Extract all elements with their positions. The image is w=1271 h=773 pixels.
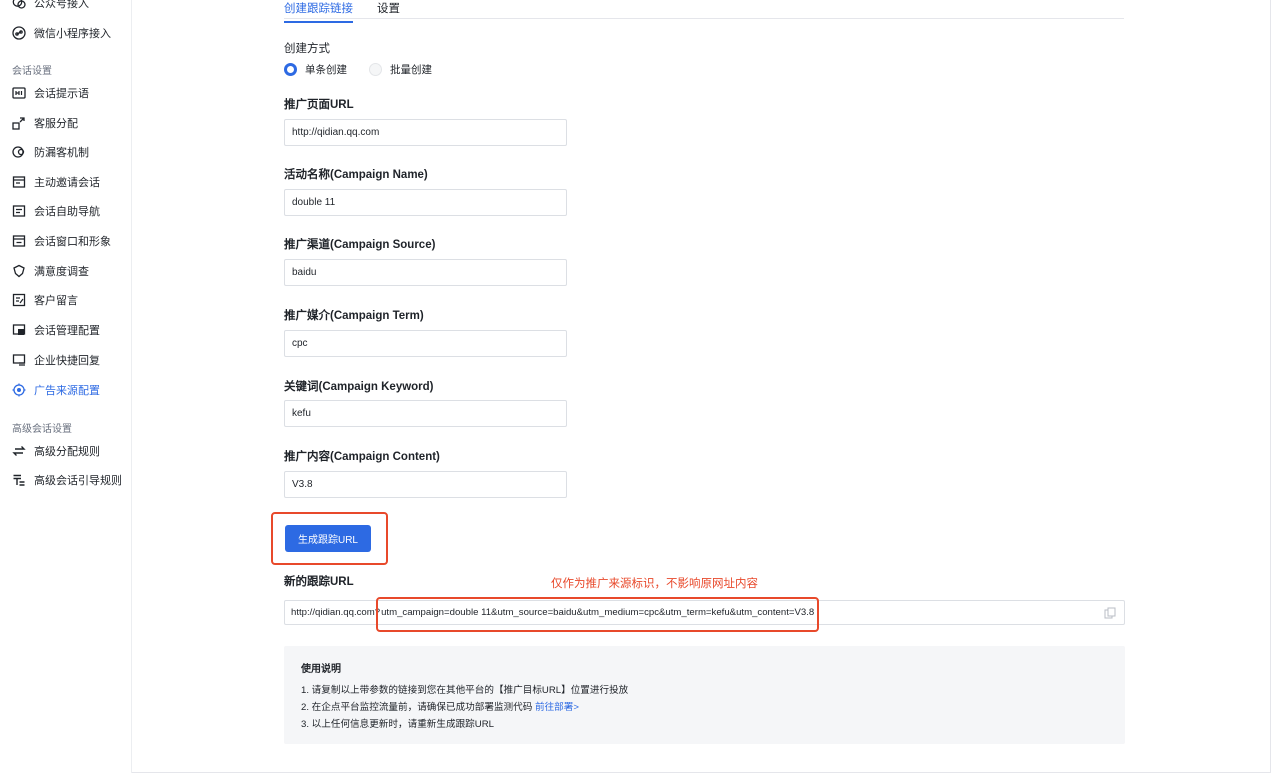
campaign-term-input[interactable]: cpc [284, 330, 567, 357]
sidebar-item-advanced-assign[interactable]: 高级分配规则 [12, 440, 100, 462]
sidebar-item-label: 高级会话引导规则 [34, 475, 122, 487]
radio-batch[interactable]: 批量创建 [369, 62, 432, 77]
url-prefix: http://qidian.qq.com? [291, 607, 381, 618]
help-line-2-text: 2. 在企点平台监控流量前，请确保已成功部署监测代码 [301, 702, 533, 713]
result-url-label: 新的跟踪URL [284, 576, 354, 588]
annotation-note: 仅作为推广来源标识，不影响原网址内容 [551, 578, 758, 590]
sidebar-item-window[interactable]: 会话窗口和形象 [12, 230, 111, 252]
sidebar-item-label: 客户留言 [34, 295, 78, 307]
invite-icon [12, 175, 26, 189]
quick-reply-icon [12, 353, 26, 367]
sidebar-group-title: 高级会话设置 [12, 424, 72, 435]
tab-settings[interactable]: 设置 [377, 0, 400, 16]
sidebar-item-label: 会话提示语 [34, 88, 89, 100]
radio-label: 批量创建 [390, 64, 432, 76]
nav-icon [12, 204, 26, 218]
page-url-input[interactable]: http://qidian.qq.com [284, 119, 567, 146]
campaign-keyword-input[interactable]: kefu [284, 400, 567, 427]
campaign-source-label: 推广渠道(Campaign Source) [284, 239, 436, 251]
miniprogram-icon [12, 26, 26, 40]
campaign-content-input[interactable]: V3.8 [284, 471, 567, 498]
target-icon [12, 383, 26, 397]
sidebar-item-self-nav[interactable]: 会话自助导航 [12, 200, 100, 222]
sidebar-item-label: 客服分配 [34, 118, 78, 130]
sidebar-item-survey[interactable]: 满意度调查 [12, 260, 89, 282]
campaign-keyword-label: 关键词(Campaign Keyword) [284, 381, 434, 393]
guard-icon [12, 145, 26, 159]
page-url-label: 推广页面URL [284, 99, 354, 111]
sidebar-item-label: 会话管理配置 [34, 325, 100, 337]
sidebar-item-ad-source[interactable]: 广告来源配置 [12, 379, 100, 401]
survey-icon [12, 264, 26, 278]
sidebar-item-manage[interactable]: 会话管理配置 [12, 319, 100, 341]
help-line-3: 3. 以上任何信息更新时，请重新生成跟踪URL [301, 719, 494, 730]
sidebar-item-label: 高级分配规则 [34, 446, 100, 458]
highlight-box-params [376, 597, 819, 632]
sidebar-item-label: 会话自助导航 [34, 206, 100, 218]
guide-icon [12, 473, 26, 487]
help-line-2: 2. 在企点平台监控流量前，请确保已成功部署监测代码 前往部署> [301, 699, 579, 713]
mode-label: 创建方式 [284, 43, 330, 55]
sidebar-item-label: 企业快捷回复 [34, 355, 100, 367]
radio-checked-icon [284, 63, 297, 76]
sidebar-item-label: 防漏客机制 [34, 147, 89, 159]
swap-icon [12, 444, 26, 458]
campaign-source-input[interactable]: baidu [284, 259, 567, 286]
campaign-term-label: 推广媒介(Campaign Term) [284, 310, 424, 322]
sidebar-item-advanced-guide[interactable]: 高级会话引导规则 [12, 469, 122, 491]
help-title: 使用说明 [301, 664, 341, 675]
manage-icon [12, 323, 26, 337]
campaign-name-input[interactable]: double 11 [284, 189, 567, 216]
sidebar-item-official-account[interactable]: 公众号接入 [12, 0, 89, 14]
sidebar-item-greeting[interactable]: 会话提示语 [12, 82, 89, 104]
sidebar-item-guard[interactable]: 防漏客机制 [12, 141, 89, 163]
help-line-1: 1. 请复制以上带参数的链接到您在其他平台的【推广目标URL】位置进行投放 [301, 685, 629, 696]
campaign-name-label: 活动名称(Campaign Name) [284, 169, 428, 181]
sidebar-item-label: 满意度调查 [34, 266, 89, 278]
message-icon [12, 293, 26, 307]
sidebar-item-invite[interactable]: 主动邀请会话 [12, 171, 100, 193]
sidebar-item-label: 广告来源配置 [34, 385, 100, 397]
sidebar-item-assign[interactable]: 客服分配 [12, 112, 78, 134]
chat-link-icon [12, 0, 26, 10]
generate-url-button[interactable]: 生成跟踪URL [285, 525, 371, 552]
radio-unchecked-icon [369, 63, 382, 76]
sidebar-item-label: 公众号接入 [34, 0, 89, 10]
hi-icon [12, 86, 26, 100]
assign-icon [12, 116, 26, 130]
window-icon [12, 234, 26, 248]
deploy-link[interactable]: 前往部署> [535, 702, 579, 713]
sidebar-item-label: 主动邀请会话 [34, 177, 100, 189]
mode-radio-group: 单条创建 批量创建 [284, 62, 454, 77]
sidebar-item-leave-message[interactable]: 客户留言 [12, 289, 78, 311]
sidebar-item-miniprogram[interactable]: 微信小程序接入 [12, 22, 111, 44]
sidebar-item-label: 微信小程序接入 [34, 28, 111, 40]
sidebar-group-title: 会话设置 [12, 66, 52, 77]
sidebar: 公众号接入 微信小程序接入 会话设置 会话提示语 客服分配 防漏客机制 主动邀请… [0, 0, 132, 773]
radio-single[interactable]: 单条创建 [284, 62, 347, 77]
copy-icon[interactable] [1104, 607, 1116, 619]
tab-create-tracking-link[interactable]: 创建跟踪链接 [284, 0, 353, 23]
sidebar-item-label: 会话窗口和形象 [34, 236, 111, 248]
sidebar-item-quick-reply[interactable]: 企业快捷回复 [12, 349, 100, 371]
usage-help-panel: 使用说明 1. 请复制以上带参数的链接到您在其他平台的【推广目标URL】位置进行… [284, 646, 1125, 744]
radio-label: 单条创建 [305, 64, 347, 76]
tab-bar: 创建跟踪链接 设置 [284, 0, 1124, 23]
campaign-content-label: 推广内容(Campaign Content) [284, 451, 440, 463]
